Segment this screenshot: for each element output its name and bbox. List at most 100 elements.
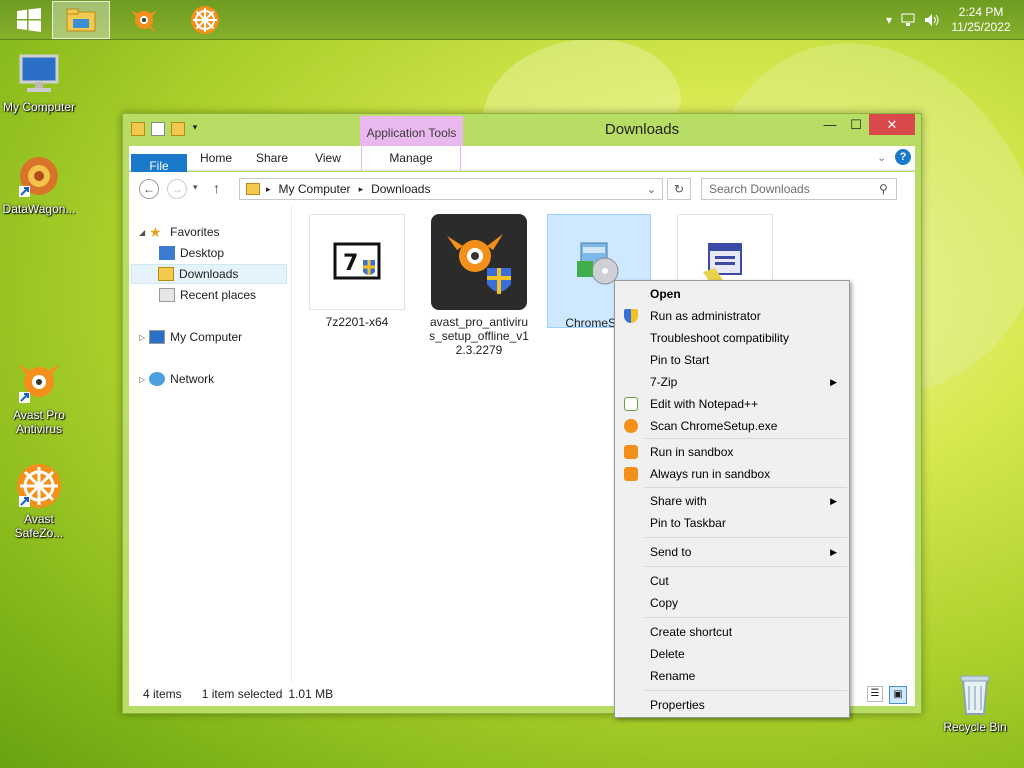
taskbar-file-explorer[interactable] bbox=[52, 1, 110, 39]
menu-item-share-with[interactable]: Share with ▶ bbox=[617, 490, 847, 512]
menu-item-7zip[interactable]: 7-Zip ▶ bbox=[617, 371, 847, 393]
desktop-icon-my-computer[interactable]: My Computer bbox=[0, 50, 78, 114]
menu-label: Edit with Notepad++ bbox=[650, 397, 759, 411]
file-item[interactable]: avast_pro_antivirus_setup_offline_v12.3.… bbox=[427, 214, 531, 357]
7zip-installer-icon: 7 bbox=[333, 242, 381, 280]
submenu-arrow-icon: ▶ bbox=[830, 495, 837, 506]
title-bar[interactable]: ▾ Application Tools Downloads — ☐ ✕ bbox=[123, 114, 921, 146]
file-item[interactable]: 7 7z2201-x64 bbox=[305, 214, 409, 329]
menu-item-rename[interactable]: Rename bbox=[617, 665, 847, 687]
safezone-icon bbox=[191, 6, 219, 34]
pane-divider[interactable] bbox=[291, 206, 292, 682]
address-bar[interactable]: ▸ My Computer ▸ Downloads ⌄ bbox=[239, 178, 663, 200]
menu-item-cut[interactable]: Cut bbox=[617, 570, 847, 592]
downloads-folder-icon bbox=[158, 267, 174, 281]
menu-item-pin-to-taskbar[interactable]: Pin to Taskbar bbox=[617, 512, 847, 534]
menu-item-properties[interactable]: Properties bbox=[617, 694, 847, 716]
menu-label: 7-Zip bbox=[650, 375, 678, 389]
datawagon-icon bbox=[19, 157, 58, 197]
menu-item-create-shortcut[interactable]: Create shortcut bbox=[617, 621, 847, 643]
avast-icon bbox=[131, 10, 157, 32]
nav-recent-places[interactable]: Recent places bbox=[159, 285, 256, 305]
menu-item-pin-to-start[interactable]: Pin to Start bbox=[617, 349, 847, 371]
expand-icon[interactable]: ◢ bbox=[139, 228, 145, 237]
desktop-icon-recycle-bin[interactable]: Recycle Bin bbox=[936, 670, 1014, 734]
menu-item-open[interactable]: Open bbox=[617, 283, 847, 305]
minimize-button[interactable]: — bbox=[817, 114, 843, 135]
menu-item-edit-notepad[interactable]: Edit with Notepad++ bbox=[617, 393, 847, 415]
breadcrumb-my-computer[interactable]: My Computer bbox=[279, 182, 351, 196]
tab-home[interactable]: Home bbox=[191, 146, 241, 170]
svg-text:7: 7 bbox=[343, 251, 358, 276]
desktop-folder-icon bbox=[159, 246, 175, 260]
menu-label: Share with bbox=[650, 494, 707, 508]
nav-favorites[interactable]: ◢ ★ Favorites bbox=[139, 222, 220, 242]
back-button[interactable]: ← bbox=[139, 179, 159, 199]
tab-view[interactable]: View bbox=[303, 146, 353, 170]
network-icon bbox=[149, 372, 166, 386]
menu-item-run-in-sandbox[interactable]: Run in sandbox bbox=[617, 441, 847, 463]
help-icon[interactable]: ? bbox=[895, 149, 911, 165]
menu-separator bbox=[645, 438, 847, 439]
menu-label: Run in sandbox bbox=[650, 445, 734, 459]
nav-network[interactable]: ▷ Network bbox=[139, 369, 214, 389]
folder-location-icon bbox=[246, 183, 260, 195]
windows-start-icon bbox=[17, 8, 41, 32]
up-button[interactable]: ↑ bbox=[213, 180, 220, 196]
quick-access-toolbar: ▾ bbox=[131, 122, 199, 136]
menu-item-scan[interactable]: Scan ChromeSetup.exe bbox=[617, 415, 847, 437]
folder-properties-icon[interactable] bbox=[131, 122, 145, 136]
forward-button[interactable]: → bbox=[167, 179, 187, 199]
expand-ribbon-icon[interactable]: ⌄ bbox=[877, 151, 886, 164]
menu-label: Open bbox=[650, 287, 681, 301]
avast-icon bbox=[18, 364, 60, 403]
tab-share[interactable]: Share bbox=[247, 146, 297, 170]
taskbar-safezone[interactable] bbox=[176, 1, 234, 39]
nav-label: Favorites bbox=[170, 225, 220, 239]
breadcrumb-downloads[interactable]: Downloads bbox=[371, 182, 430, 196]
menu-separator bbox=[645, 566, 847, 567]
menu-item-copy[interactable]: Copy bbox=[617, 592, 847, 614]
avast-installer-icon bbox=[447, 234, 511, 294]
desktop-icon-datawagon[interactable]: DataWagon... bbox=[0, 152, 78, 216]
nav-my-computer[interactable]: ▷ My Computer bbox=[139, 327, 242, 347]
maximize-button[interactable]: ☐ bbox=[843, 114, 869, 135]
menu-item-troubleshoot[interactable]: Troubleshoot compatibility bbox=[617, 327, 847, 349]
menu-item-delete[interactable]: Delete bbox=[617, 643, 847, 665]
menu-item-run-as-admin[interactable]: Run as administrator bbox=[617, 305, 847, 327]
expand-icon[interactable]: ▷ bbox=[139, 375, 145, 384]
recent-locations-icon[interactable]: ▾ bbox=[193, 182, 198, 193]
large-icons-view-icon[interactable]: ▣ bbox=[889, 686, 907, 704]
clock-time: 2:24 PM bbox=[958, 5, 1004, 19]
taskbar-avast[interactable] bbox=[115, 1, 173, 39]
tab-manage[interactable]: Manage bbox=[361, 146, 461, 170]
details-view-icon[interactable]: ☰ bbox=[867, 686, 883, 702]
nav-label: Downloads bbox=[179, 267, 239, 281]
menu-item-always-sandbox[interactable]: Always run in sandbox bbox=[617, 463, 847, 485]
computer-icon bbox=[149, 330, 166, 344]
network-icon[interactable] bbox=[900, 13, 916, 27]
nav-label: Desktop bbox=[180, 246, 225, 260]
recent-places-icon bbox=[159, 288, 175, 302]
desktop-icon-avast-pro[interactable]: Avast Pro Antivirus bbox=[0, 358, 78, 436]
volume-icon[interactable] bbox=[924, 13, 940, 27]
uac-shield-icon bbox=[624, 309, 638, 323]
show-hidden-icons-icon[interactable]: ▾ bbox=[886, 13, 892, 27]
close-button[interactable]: ✕ bbox=[869, 114, 915, 135]
new-document-icon[interactable] bbox=[151, 122, 165, 136]
address-dropdown-icon[interactable]: ⌄ bbox=[647, 183, 656, 196]
breadcrumb-sep-icon: ▸ bbox=[266, 183, 271, 194]
customize-toolbar-icon[interactable]: ▾ bbox=[191, 122, 199, 136]
nav-downloads[interactable]: Downloads bbox=[131, 264, 287, 284]
expand-icon[interactable]: ▷ bbox=[139, 333, 145, 342]
desktop-icon-avast-safezone[interactable]: Avast SafeZo... bbox=[0, 462, 78, 540]
search-input[interactable]: Search Downloads bbox=[701, 178, 897, 200]
refresh-icon[interactable]: ↻ bbox=[667, 178, 691, 200]
new-folder-icon[interactable] bbox=[171, 122, 185, 136]
nav-desktop[interactable]: Desktop bbox=[159, 243, 224, 263]
menu-item-send-to[interactable]: Send to ▶ bbox=[617, 541, 847, 563]
menu-label: Create shortcut bbox=[650, 625, 733, 639]
file-thumbnail bbox=[431, 214, 527, 310]
start-button[interactable] bbox=[0, 1, 58, 39]
clock[interactable]: 2:24 PM 11/25/2022 bbox=[948, 5, 1014, 35]
